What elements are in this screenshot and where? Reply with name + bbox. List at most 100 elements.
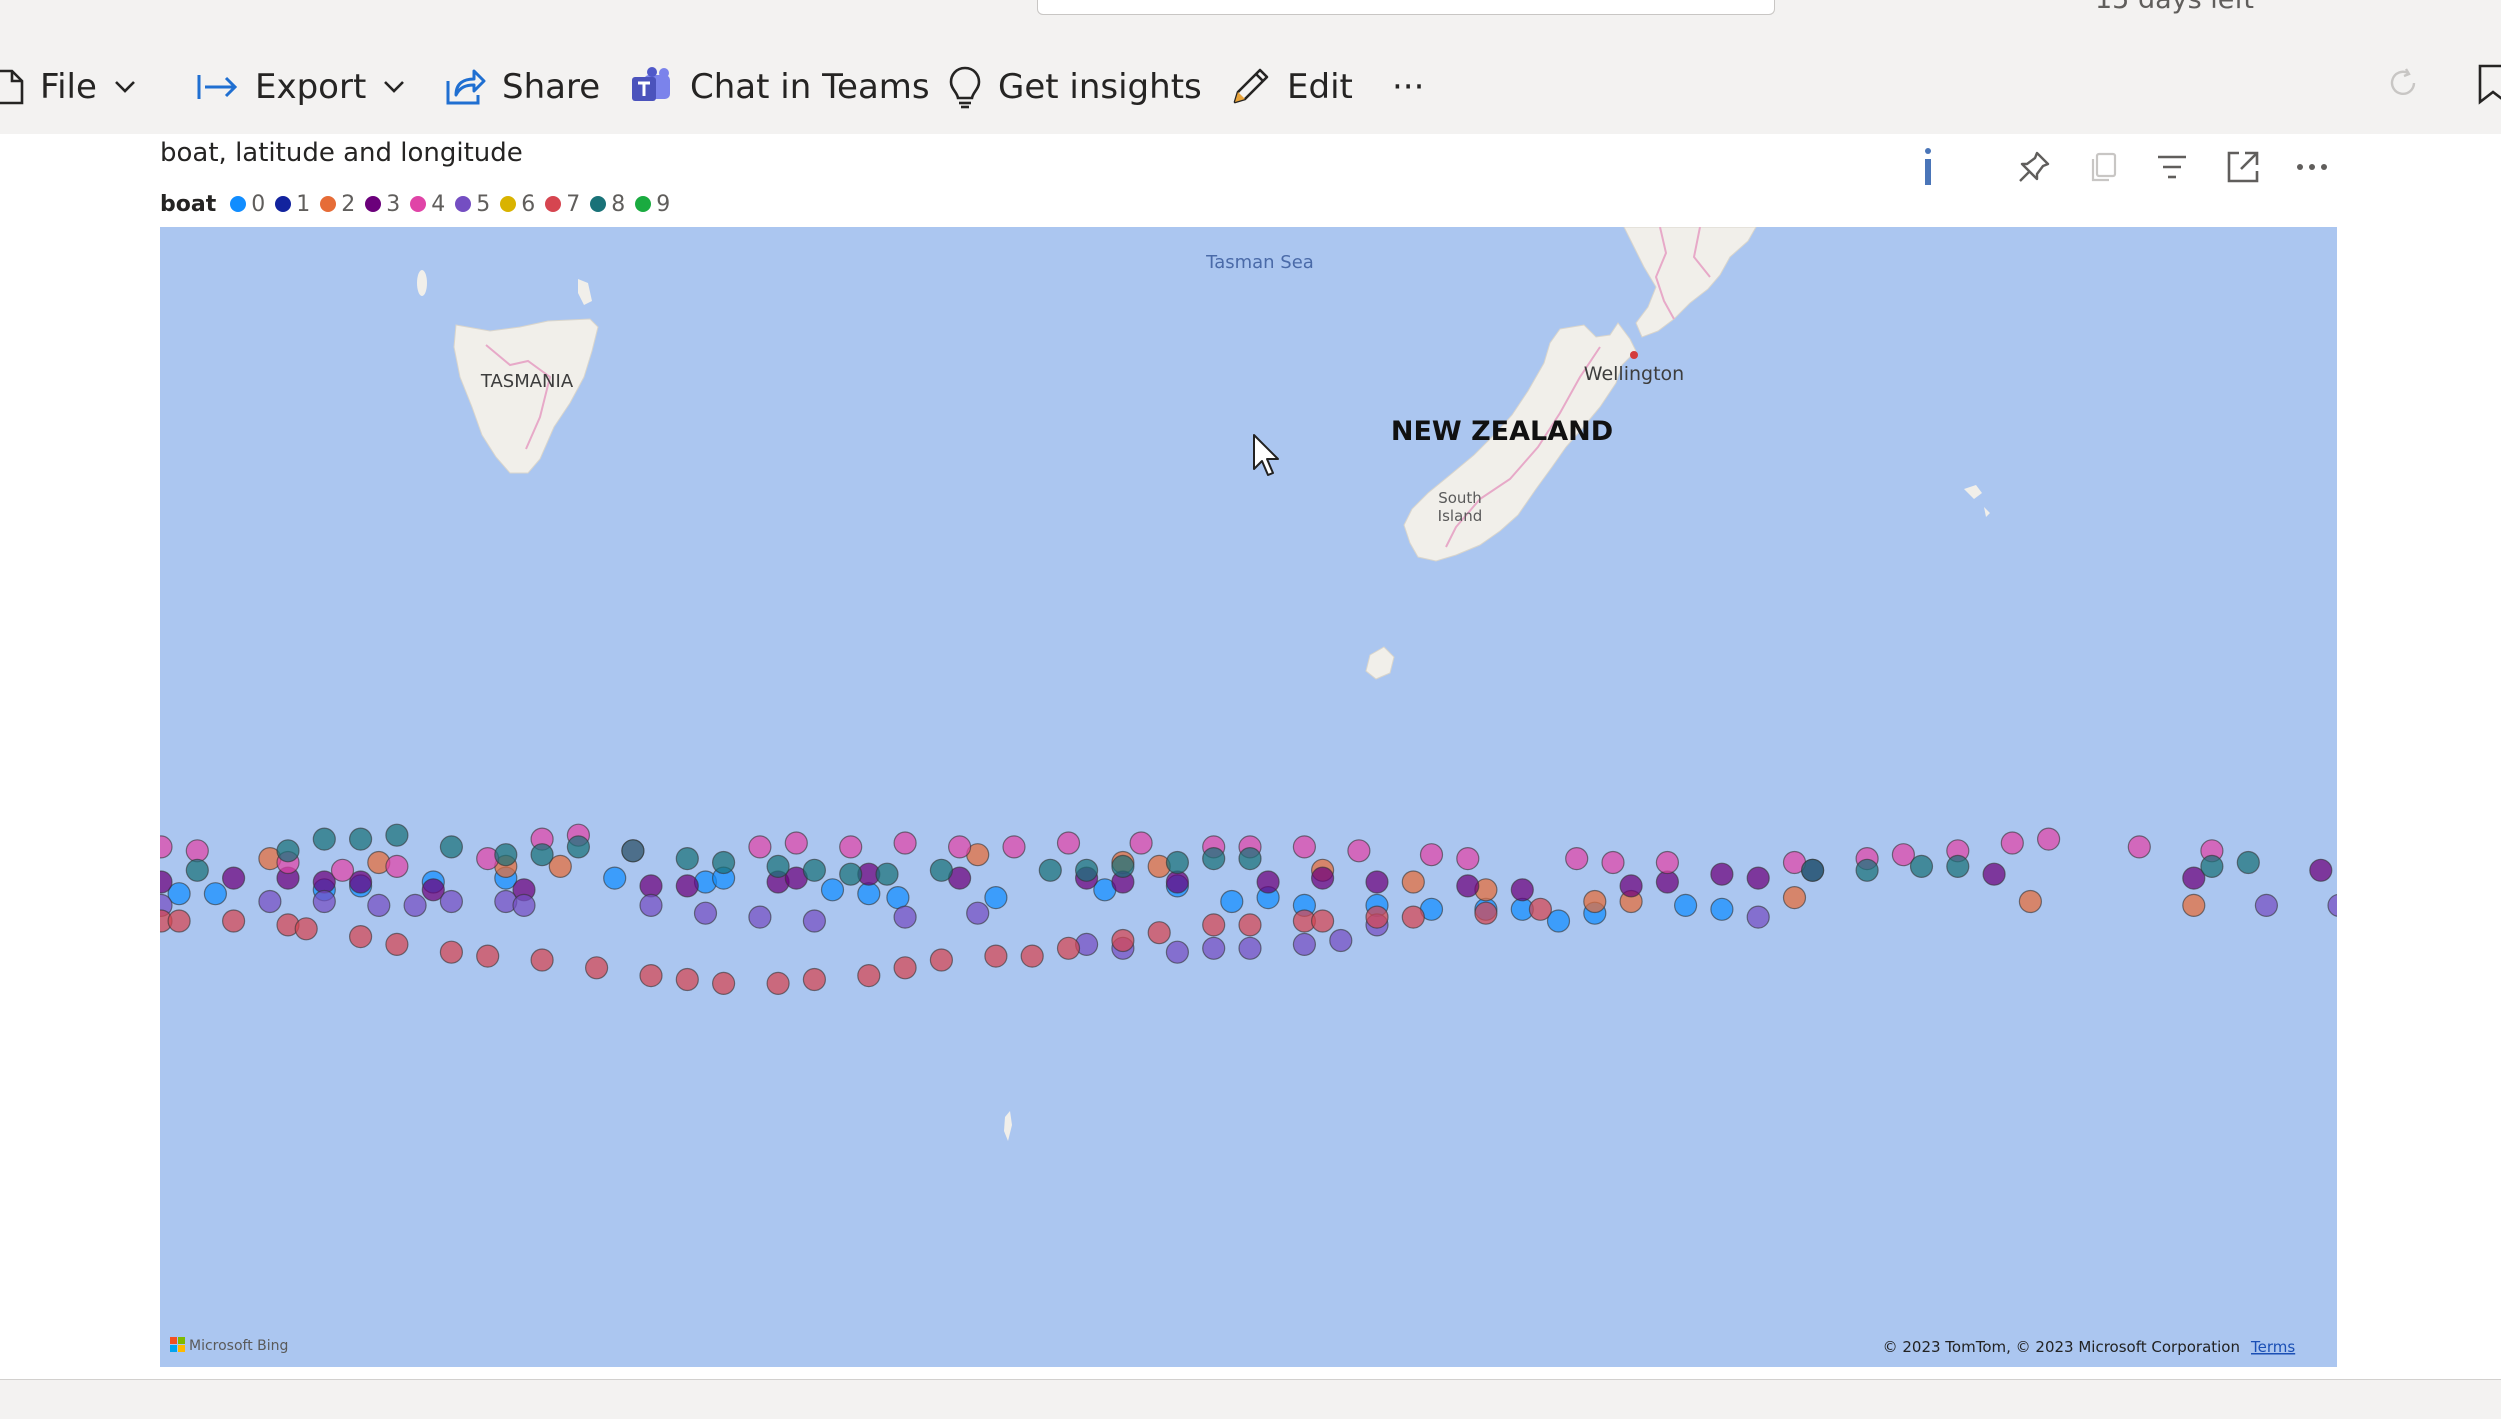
data-point-boat-8[interactable] bbox=[929, 858, 954, 882]
data-point-boat-4[interactable] bbox=[1456, 846, 1480, 871]
data-point-boat-8[interactable] bbox=[530, 843, 554, 867]
data-point-boat-7[interactable] bbox=[711, 971, 736, 996]
data-point-boat-8[interactable] bbox=[276, 839, 300, 863]
data-point-boat-3[interactable] bbox=[2309, 858, 2333, 882]
data-point-boat-7[interactable] bbox=[802, 967, 827, 992]
data-point-boat-8[interactable] bbox=[839, 862, 863, 886]
map-visual[interactable]: Tasman Sea TASMANIA Wellington NEW ZEALA… bbox=[160, 227, 2337, 1367]
data-point-boat-7[interactable] bbox=[167, 909, 191, 933]
data-point-boat-4[interactable] bbox=[784, 831, 808, 855]
data-point-boat-7[interactable] bbox=[1365, 905, 1389, 929]
data-point-boat-4[interactable] bbox=[1347, 839, 1371, 863]
data-point-boat-8[interactable] bbox=[2236, 850, 2260, 875]
data-point-boat-0[interactable] bbox=[203, 882, 228, 906]
data-point-boat-7[interactable] bbox=[857, 963, 881, 988]
data-point-boat-5[interactable] bbox=[367, 893, 391, 918]
data-point-boat-8[interactable] bbox=[1909, 854, 1934, 879]
data-point-boat-7[interactable] bbox=[766, 971, 790, 996]
legend-item-7[interactable]: 7 bbox=[545, 192, 580, 217]
data-point-boat-0[interactable] bbox=[857, 882, 881, 906]
data-point-boat-8[interactable] bbox=[439, 835, 463, 859]
data-point-boat-8[interactable] bbox=[766, 854, 790, 879]
data-point-boat-3[interactable] bbox=[639, 874, 663, 898]
data-point-boat-4[interactable] bbox=[1655, 850, 1680, 875]
data-point-boat-5[interactable] bbox=[748, 905, 772, 929]
bookmark-icon[interactable] bbox=[2476, 62, 2501, 110]
data-point-boat-3[interactable] bbox=[1456, 874, 1480, 898]
data-point-boat-8[interactable] bbox=[711, 850, 736, 875]
legend-item-0[interactable]: 0 bbox=[230, 192, 265, 217]
legend-item-8[interactable]: 8 bbox=[590, 192, 625, 217]
data-point-boat-5[interactable] bbox=[802, 909, 827, 933]
focus-mode-icon[interactable] bbox=[2221, 145, 2265, 189]
data-point-boat-4[interactable] bbox=[1419, 843, 1444, 867]
data-point-boat-3[interactable] bbox=[221, 866, 246, 890]
data-point-boat-4[interactable] bbox=[1002, 835, 1026, 859]
data-point-boat-5[interactable] bbox=[893, 905, 917, 929]
data-point-boat-3[interactable] bbox=[1619, 874, 1643, 898]
data-point-boat-7[interactable] bbox=[1147, 921, 1171, 945]
data-point-boat-5[interactable] bbox=[312, 889, 336, 914]
filter-icon[interactable] bbox=[2150, 145, 2194, 189]
data-point-boat-8[interactable] bbox=[1165, 850, 1190, 875]
data-point-boat-2[interactable] bbox=[1401, 870, 1425, 894]
data-point-boat-2[interactable] bbox=[1583, 889, 1607, 914]
data-point-boat-7[interactable] bbox=[675, 967, 699, 992]
data-point-boat-3[interactable] bbox=[1982, 862, 2006, 886]
data-point-boat-3[interactable] bbox=[675, 874, 699, 898]
data-point-boat-8[interactable] bbox=[1202, 846, 1226, 871]
data-point-boat-7[interactable] bbox=[221, 909, 246, 933]
data-point-boat-8[interactable] bbox=[875, 862, 899, 886]
data-point-boat-7[interactable] bbox=[1401, 905, 1425, 929]
data-point-boat-8[interactable] bbox=[349, 827, 373, 851]
data-point-boat-4[interactable] bbox=[1565, 846, 1589, 871]
data-point-boat-5[interactable] bbox=[1202, 936, 1226, 960]
data-point-boat-0[interactable] bbox=[1220, 889, 1244, 914]
pin-icon[interactable] bbox=[2012, 145, 2056, 189]
data-point-boat-3[interactable] bbox=[1746, 866, 1770, 890]
data-point-boat-8[interactable] bbox=[312, 827, 336, 851]
get-insights-button[interactable]: Get insights bbox=[948, 52, 1202, 122]
file-menu[interactable]: File bbox=[0, 52, 137, 122]
data-point-boat-7[interactable] bbox=[639, 963, 663, 988]
legend-item-3[interactable]: 3 bbox=[365, 192, 400, 217]
data-point-boat-7[interactable] bbox=[385, 932, 409, 957]
data-point-boat-7[interactable] bbox=[929, 948, 954, 972]
data-point-boat-8[interactable] bbox=[1038, 858, 1062, 882]
terms-link[interactable]: Terms bbox=[2250, 1338, 2295, 1356]
data-point-boat-5[interactable] bbox=[1165, 940, 1190, 964]
data-point-boat-0[interactable] bbox=[820, 878, 845, 902]
data-point-boat-8[interactable] bbox=[185, 858, 209, 882]
data-point-boat-2[interactable] bbox=[1782, 885, 1807, 910]
data-point-boat-4[interactable] bbox=[1292, 835, 1317, 859]
data-point-boat-7[interactable] bbox=[1528, 897, 1553, 921]
data-point-boat-5[interactable] bbox=[439, 889, 463, 914]
data-point-boat-7[interactable] bbox=[439, 940, 463, 964]
data-point-boat-7[interactable] bbox=[1202, 913, 1226, 937]
data-point-boat-5[interactable] bbox=[1238, 936, 1262, 960]
data-point-boat-8[interactable] bbox=[1111, 854, 1135, 879]
data-point-boat-8[interactable] bbox=[566, 835, 590, 859]
data-point-boat-8[interactable] bbox=[1855, 858, 1879, 882]
data-point-boat-8[interactable] bbox=[494, 843, 518, 867]
data-point-boat-5[interactable] bbox=[512, 893, 536, 918]
refresh-icon[interactable] bbox=[2386, 66, 2420, 104]
data-point-boat-4[interactable] bbox=[1601, 850, 1625, 875]
legend-item-9[interactable]: 9 bbox=[635, 192, 670, 217]
data-point-boat-5[interactable] bbox=[966, 901, 990, 925]
data-point-boat-0[interactable] bbox=[984, 885, 1008, 910]
data-point-boat-8[interactable] bbox=[1946, 854, 1970, 879]
data-point-boat-4[interactable] bbox=[330, 858, 355, 882]
data-point-boat-5[interactable] bbox=[2254, 893, 2278, 918]
data-point-boat-7[interactable] bbox=[1111, 928, 1135, 953]
data-point-boat-7[interactable] bbox=[530, 948, 554, 972]
data-point-boat-4[interactable] bbox=[748, 835, 772, 859]
data-point-boat-0[interactable] bbox=[603, 866, 627, 890]
data-point-boat-8[interactable] bbox=[1238, 846, 1262, 871]
data-point-boat-7[interactable] bbox=[1310, 909, 1335, 933]
data-point-boat-0[interactable] bbox=[886, 885, 910, 910]
data-point-boat-3[interactable] bbox=[1365, 870, 1389, 894]
legend-item-2[interactable]: 2 bbox=[320, 192, 355, 217]
data-point-boat-8[interactable] bbox=[2200, 854, 2224, 879]
data-point-boat-7[interactable] bbox=[1056, 936, 1081, 960]
